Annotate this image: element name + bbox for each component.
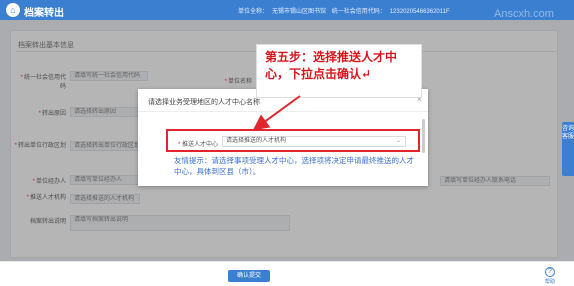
talent-center-select[interactable]: 请选择推送的人才机构 ⌄ xyxy=(222,136,406,147)
credit-code: 12320205466362011F xyxy=(389,9,450,15)
help-button[interactable]: ? 帮助 xyxy=(535,267,565,285)
confirm-submit-button[interactable]: 确认提交 xyxy=(228,270,270,282)
select-center-dialog: 请选择业务受理地区的人才中心名称 × * 推送人才中心 请选择推送的人才机构 ⌄… xyxy=(138,89,428,186)
chevron-down-icon: ⌄ xyxy=(395,138,401,144)
friendly-tip: 友情提示：请选择事项受理人才中心，选择项将决定申请最终推送的人才中心，具体到区县… xyxy=(174,156,414,176)
dialog-divider xyxy=(138,111,428,112)
dialog-title: 请选择业务受理地区的人才中心名称 xyxy=(148,99,260,106)
bottom-bar: 确认提交 ? 帮助 xyxy=(0,261,574,286)
help-icon: ? xyxy=(545,267,555,277)
home-icon[interactable]: ⌂ xyxy=(6,3,20,17)
step-callout: 第五步：选择推送人才中心，下拉点击确认↵ xyxy=(256,44,422,98)
top-bar: ⌂ 档案转出 单位全称： 无锡市锡山区图书馆 统一社会信用代码： 123202054… xyxy=(0,0,574,20)
unit-name: 无锡市锡山区图书馆 xyxy=(272,9,327,15)
customer-service-float[interactable]: 咨询客服 xyxy=(562,122,574,176)
credit-label: 统一社会信用代码： xyxy=(331,9,386,15)
talent-center-label: * 推送人才中心 xyxy=(178,142,219,148)
watermark: Anscxh.com xyxy=(494,8,554,20)
app-title: 档案转出 xyxy=(24,8,64,19)
dialog-scrollbar[interactable] xyxy=(422,119,425,153)
talent-center-placeholder: 请选择推送的人才机构 xyxy=(226,138,287,144)
help-label: 帮助 xyxy=(544,279,555,285)
unit-info: 单位全称： 无锡市锡山区图书馆 统一社会信用代码： 1232020546636201… xyxy=(238,6,454,15)
unit-label: 单位全称： xyxy=(238,9,269,15)
